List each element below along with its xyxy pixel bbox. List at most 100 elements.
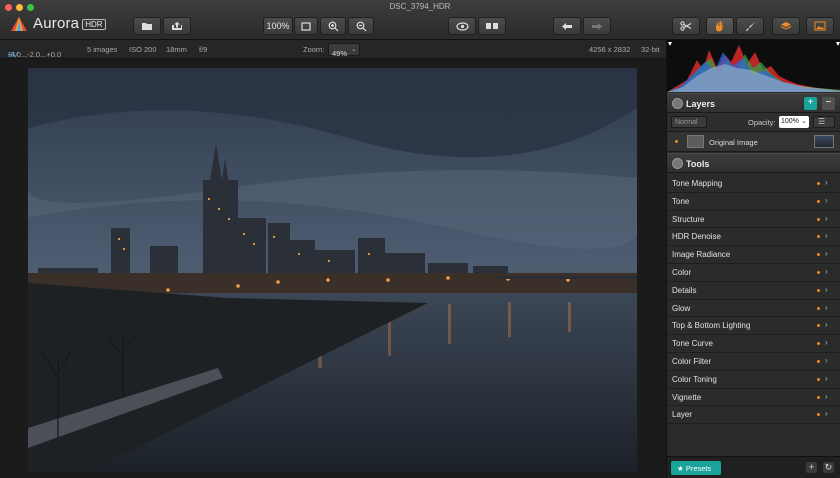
opacity-value: 100%	[781, 118, 799, 125]
chevron-right-icon: ›	[825, 231, 828, 241]
opacity-select[interactable]: 100% ⌄	[779, 116, 809, 128]
modified-dot	[817, 377, 820, 381]
zoom-out-button[interactable]	[348, 17, 374, 35]
blend-mode-select[interactable]: Normal	[671, 116, 707, 128]
panel-footer: ★ Presets + ↻	[667, 456, 840, 478]
modified-dot	[817, 324, 820, 328]
zoom-in-icon	[328, 21, 338, 31]
folder-icon	[142, 23, 152, 30]
compare-button[interactable]	[478, 17, 506, 35]
tool-structure[interactable]: Structure ›	[667, 210, 840, 229]
preview-button[interactable]	[448, 17, 476, 35]
brush-icon	[745, 21, 755, 31]
open-button[interactable]	[133, 17, 161, 35]
presets-button[interactable]: ★ Presets	[671, 461, 721, 475]
tools-header[interactable]: Tools	[667, 153, 840, 173]
layers-header[interactable]: Layers + −	[667, 93, 840, 113]
chevron-down-icon: ⌄	[351, 46, 357, 53]
opacity-label: Opacity:	[748, 118, 776, 127]
chevron-right-icon: ›	[825, 178, 828, 187]
tool-tone-mapping[interactable]: Tone Mapping ›	[667, 175, 840, 193]
chevron-right-icon: ›	[825, 195, 828, 205]
add-layer-button[interactable]: +	[804, 97, 817, 110]
blend-mode-value: Normal	[675, 119, 698, 126]
image-panel-icon	[814, 21, 826, 31]
tool-glow[interactable]: Glow ›	[667, 299, 840, 318]
chevron-right-icon: ›	[825, 284, 828, 294]
tool-label: Color	[672, 267, 692, 277]
tool-tone[interactable]: Tone ›	[667, 192, 840, 211]
brush-tool-button[interactable]	[736, 17, 764, 35]
tool-label: Glow	[672, 303, 691, 313]
image-canvas[interactable]	[0, 59, 666, 478]
modified-dot	[817, 359, 820, 363]
redo-arrow-icon	[592, 22, 602, 30]
modified-dot	[817, 306, 820, 310]
layer-modified-dot	[675, 140, 678, 143]
tool-color[interactable]: Color ›	[667, 263, 840, 282]
crop-tool-button[interactable]	[672, 17, 700, 35]
tool-label: Details	[672, 285, 697, 295]
redo-button[interactable]	[583, 17, 611, 35]
layer-mask-thumbnail[interactable]	[687, 135, 704, 148]
tool-layer[interactable]: Layer ›	[667, 406, 840, 425]
undo-button[interactable]	[553, 17, 581, 35]
modified-dot	[817, 182, 820, 185]
tool-tone-curve[interactable]: Tone Curve ›	[667, 335, 840, 353]
modified-dot	[817, 235, 820, 239]
tool-vignette[interactable]: Vignette ›	[667, 388, 840, 407]
tool-label: Tone Curve	[672, 339, 713, 349]
zoom-select[interactable]: 49% ⌄	[328, 43, 360, 58]
tool-label: Vignette	[672, 392, 702, 402]
share-button[interactable]	[163, 17, 191, 35]
tool-color-toning[interactable]: Color Toning ›	[667, 370, 840, 389]
tool-color-filter[interactable]: Color Filter ›	[667, 352, 840, 371]
refresh-icon[interactable]: ↻	[823, 462, 834, 473]
tools-title: Tools	[686, 159, 710, 169]
layer-row[interactable]: Original Image	[667, 132, 840, 152]
tool-label: Image Radiance	[672, 250, 731, 260]
zoom-100-button[interactable]: 100%	[263, 17, 293, 35]
chevron-right-icon: ›	[825, 266, 828, 276]
tool-top-bottom-lighting[interactable]: Top & Bottom Lighting ›	[667, 317, 840, 336]
histogram-graph	[667, 42, 840, 92]
tool-hdr-denoise[interactable]: HDR Denoise ›	[667, 228, 840, 247]
tools-list: Tone Mapping › Tone › Structure › HDR Denoi…	[667, 175, 840, 425]
shadow-clipping-icon	[668, 42, 672, 46]
remove-layer-button[interactable]: −	[822, 97, 835, 110]
zoom-label: Zoom:	[303, 45, 325, 54]
focal-length: 18mm	[166, 45, 187, 54]
iso-value: ISO 200	[129, 45, 157, 54]
hand-icon	[716, 21, 723, 32]
tool-image-radiance[interactable]: Image Radiance ›	[667, 246, 840, 264]
tool-label: Color Toning	[672, 374, 717, 384]
tool-details[interactable]: Details ›	[667, 281, 840, 300]
chevron-right-icon: ›	[825, 213, 828, 223]
share-icon	[172, 22, 182, 30]
add-tool-button[interactable]: +	[806, 462, 817, 473]
zoom-out-icon	[356, 21, 366, 31]
compare-icon	[486, 23, 498, 29]
modified-dot	[817, 342, 820, 346]
image-dimensions: 4256 x 2832	[589, 45, 631, 54]
fit-screen-button[interactable]	[294, 17, 318, 35]
presets-label: Presets	[685, 464, 712, 473]
layers-title: Layers	[686, 99, 716, 109]
tool-label: Color Filter	[672, 356, 712, 366]
hand-tool-button[interactable]	[706, 17, 734, 35]
layer-controls: Normal Opacity: 100% ⌄ ☰	[667, 113, 840, 132]
layer-name: Original Image	[709, 138, 758, 147]
presets-view-button[interactable]	[806, 17, 834, 35]
aurora-hdr-window: DSC_3794_HDR Aurora HDR 100% EV -4.0...-…	[0, 0, 840, 478]
tools-section-icon	[672, 158, 683, 169]
chevron-right-icon: ›	[825, 391, 828, 401]
tool-label: Tone	[672, 196, 690, 206]
tool-label: Top & Bottom Lighting	[672, 321, 751, 331]
layer-menu-button[interactable]: ☰	[813, 116, 835, 128]
layers-view-button[interactable]	[772, 17, 800, 35]
zoom-value: 49%	[332, 49, 348, 58]
hdr-photo[interactable]	[28, 68, 637, 472]
undo-arrow-icon	[562, 22, 572, 30]
zoom-in-button[interactable]	[320, 17, 346, 35]
tool-label: HDR Denoise	[672, 232, 721, 242]
